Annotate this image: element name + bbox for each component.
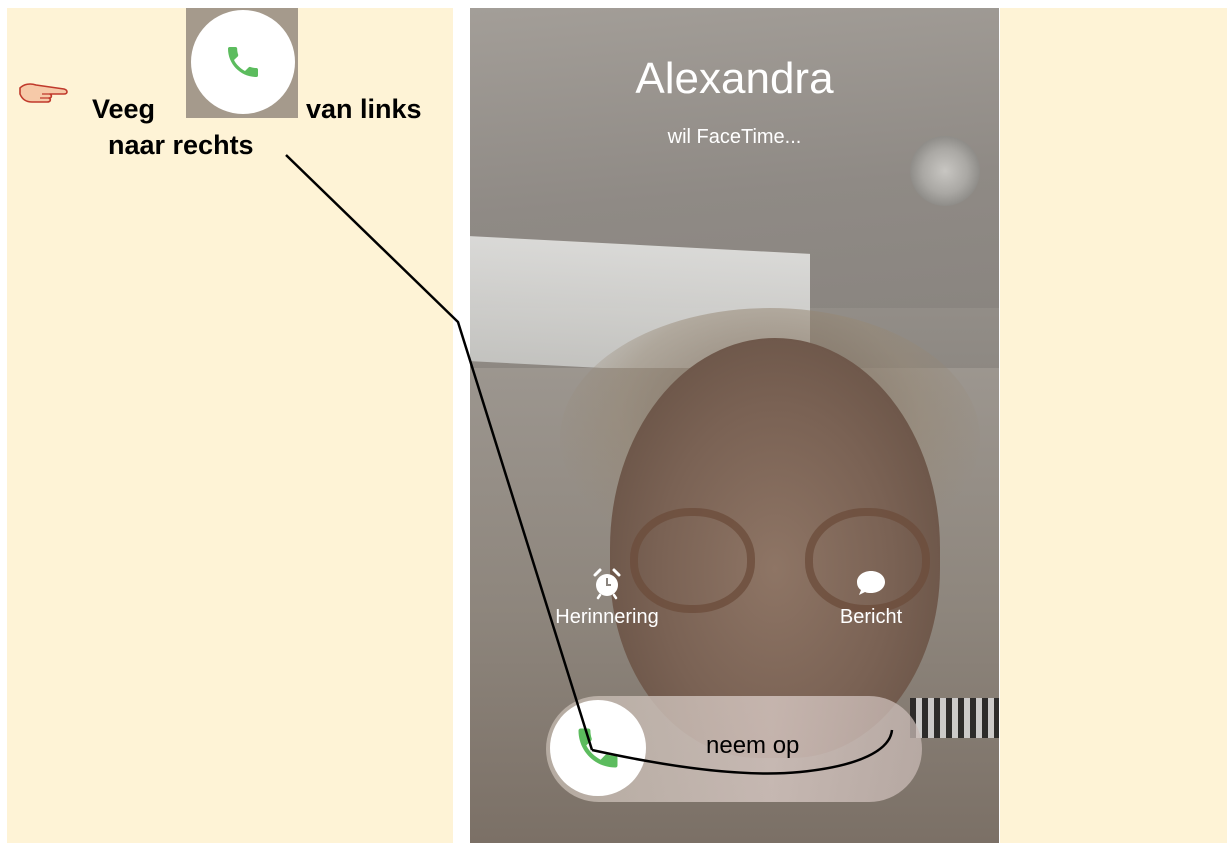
instruction-word-van-links: van links bbox=[306, 94, 422, 124]
call-status: wil FaceTime... bbox=[667, 126, 802, 148]
page: Veeg van links naar rechts Alexandra wil… bbox=[0, 0, 1230, 843]
hand-pointer-icon bbox=[19, 83, 68, 103]
alarm-clock-icon bbox=[593, 568, 621, 600]
remind-me-button[interactable]: Herinnering bbox=[532, 566, 682, 629]
facetime-incoming-call-screen: Alexandra wil FaceTime... Herinnering Be… bbox=[470, 8, 999, 843]
caller-name: Alexandra bbox=[635, 54, 834, 103]
slide-to-answer-label: neem op bbox=[706, 732, 800, 759]
background-radiator bbox=[910, 698, 999, 738]
slide-to-answer-track[interactable]: neem op bbox=[546, 696, 922, 802]
instruction-word-veeg: Veeg bbox=[92, 94, 156, 124]
message-label: Bericht bbox=[839, 606, 903, 628]
remind-me-label: Herinnering bbox=[555, 606, 659, 628]
message-button[interactable]: Bericht bbox=[796, 566, 946, 629]
phone-icon bbox=[228, 47, 258, 77]
slide-to-answer-knob[interactable] bbox=[550, 700, 646, 796]
thumbnail-circle bbox=[191, 10, 295, 114]
answer-button-thumbnail bbox=[186, 8, 298, 118]
speech-bubble-icon bbox=[857, 571, 885, 595]
instruction-line-naar-rechts: naar rechts bbox=[108, 130, 254, 160]
phone-icon bbox=[578, 728, 618, 768]
right-margin-panel bbox=[1000, 8, 1227, 843]
